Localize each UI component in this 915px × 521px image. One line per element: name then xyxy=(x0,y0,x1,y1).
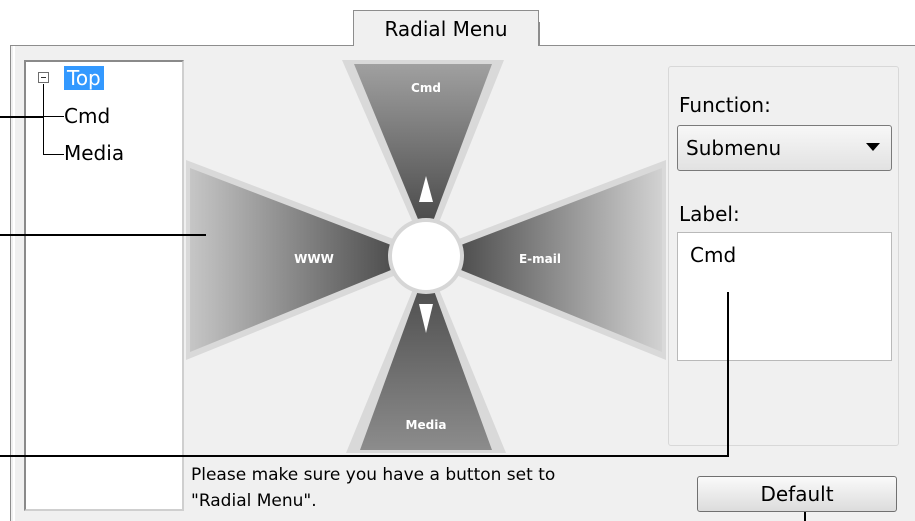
callout-line-default xyxy=(804,512,806,521)
default-button[interactable]: Default xyxy=(697,476,897,512)
callout-line-label xyxy=(0,455,729,457)
radial-menu-preview: Cmd E-mail Media WWW xyxy=(186,60,666,453)
tab-radial-menu[interactable]: Radial Menu xyxy=(353,10,539,46)
radial-segment-right-fill[interactable] xyxy=(461,168,662,352)
radial-label-right: E-mail xyxy=(519,252,561,266)
tree-connector-line xyxy=(43,116,64,117)
radial-label-top: Cmd xyxy=(411,81,441,95)
chevron-down-icon[interactable] xyxy=(866,143,880,151)
hint-line-2: "Radial Menu". xyxy=(191,491,317,511)
callout-line-radial xyxy=(0,234,206,236)
tree-connector-line xyxy=(43,84,44,155)
tree-item-top[interactable]: Top xyxy=(64,66,104,90)
radial-center-hub-inner xyxy=(392,222,460,290)
callout-line-tree xyxy=(0,116,43,118)
label-input[interactable]: Cmd xyxy=(677,232,892,361)
collapse-minus-icon[interactable] xyxy=(38,72,49,83)
label-field-label: Label: xyxy=(679,202,740,226)
radial-label-bottom: Media xyxy=(406,418,447,432)
radial-label-left: WWW xyxy=(294,252,334,266)
tree-item-media[interactable]: Media xyxy=(64,141,124,165)
hint-text: Please make sure you have a button set t… xyxy=(191,462,555,514)
radial-segment-left-fill[interactable] xyxy=(190,168,391,352)
tree-connector-line xyxy=(43,154,64,155)
function-label: Function: xyxy=(679,93,771,117)
callout-line-label-vertical xyxy=(727,292,729,457)
function-dropdown[interactable]: Submenu xyxy=(677,125,892,171)
hint-line-1: Please make sure you have a button set t… xyxy=(191,465,556,485)
tree-item-cmd[interactable]: Cmd xyxy=(64,104,110,128)
